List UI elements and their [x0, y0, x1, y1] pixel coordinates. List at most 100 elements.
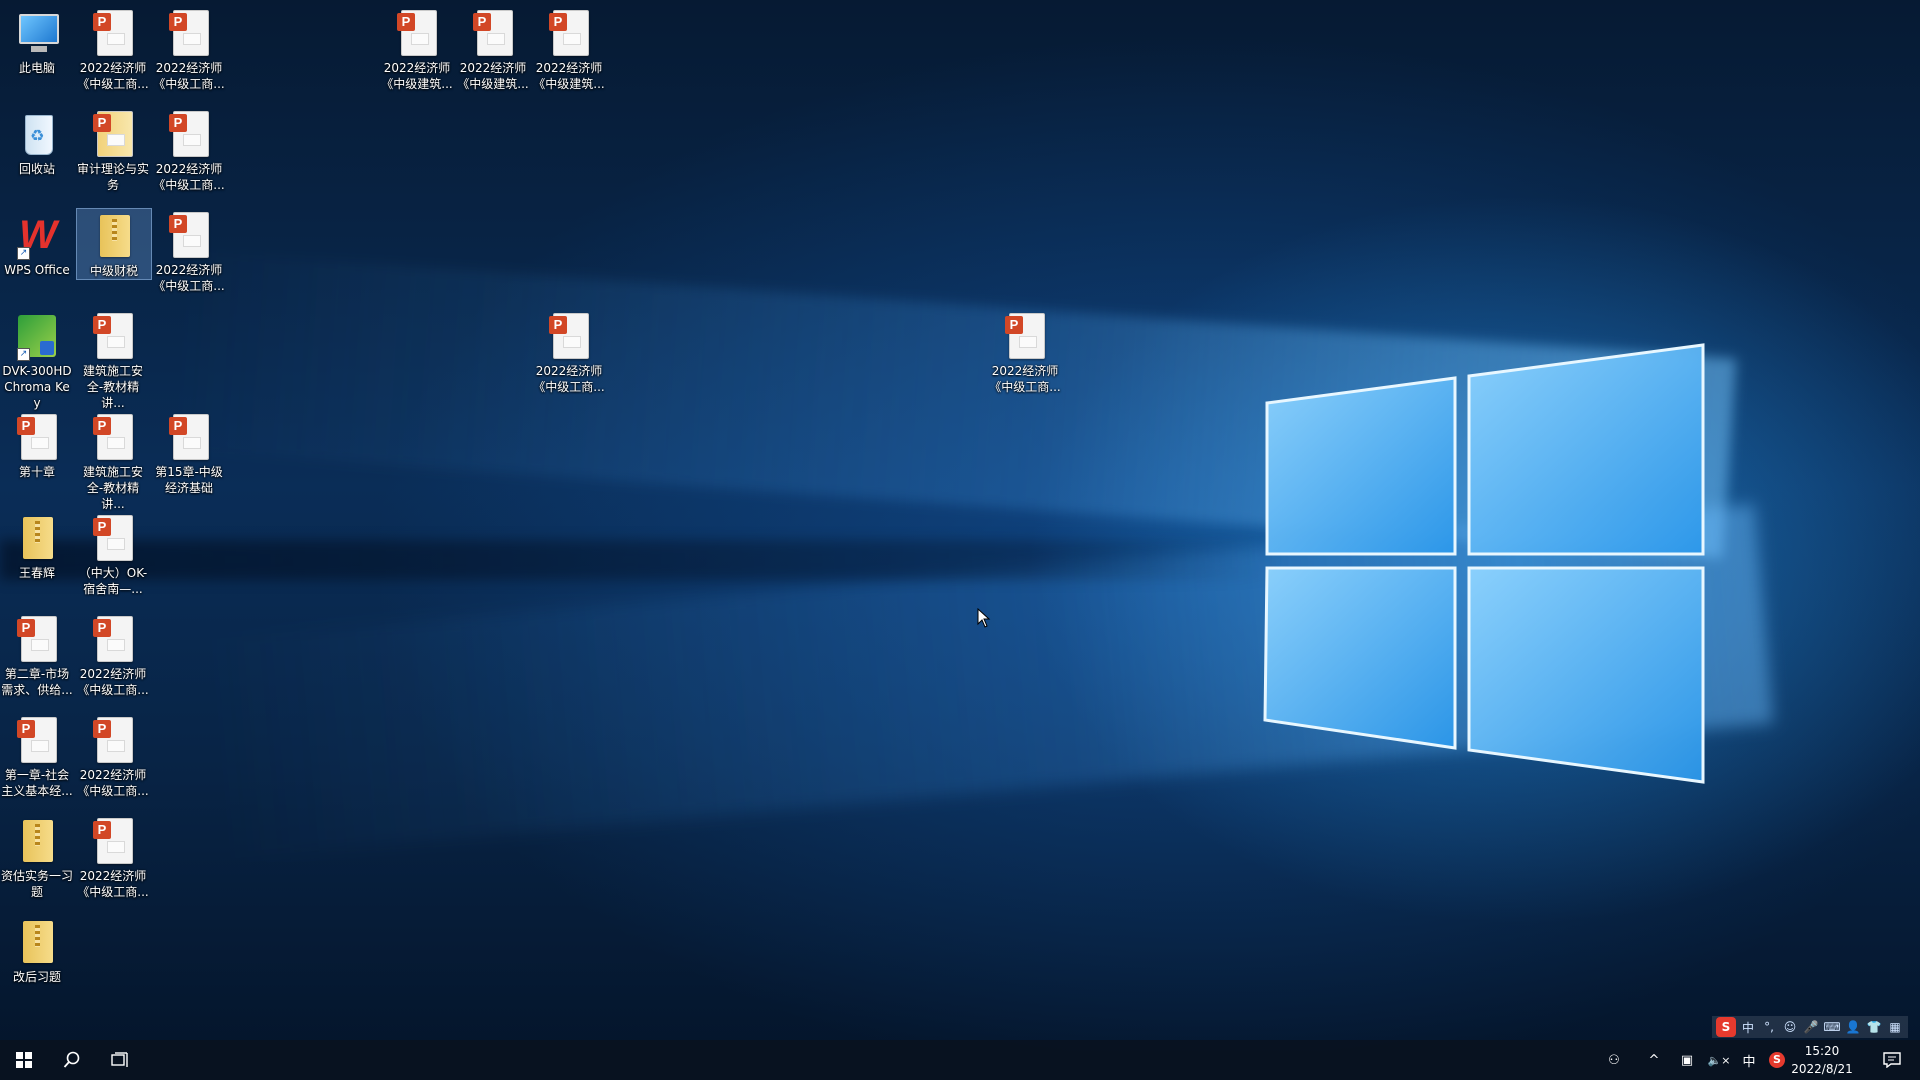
desktop-icon-label: 建筑施工安全-教材精讲... [82, 465, 143, 511]
powerpoint-file-icon: P [547, 10, 591, 58]
dvk-app-icon: ↗ [15, 313, 59, 361]
windows-logo-wallpaper [1263, 343, 1705, 784]
recycle-bin-icon [15, 111, 59, 159]
archive-folder-icon [15, 515, 59, 563]
desktop-icon[interactable]: 改后习题 [0, 915, 74, 985]
desktop-icon-label: WPS Office [4, 263, 70, 277]
powerpoint-file-icon: P [547, 313, 591, 361]
powerpoint-file-icon: P [167, 111, 211, 159]
task-view-icon[interactable] [96, 1040, 144, 1080]
powerpoint-file-icon: P [15, 414, 59, 462]
this-pc-icon [15, 10, 59, 58]
desktop-icon-label: 建筑施工安全-教材精讲... [82, 364, 143, 410]
network-icon[interactable]: ▣ [1672, 1040, 1702, 1080]
desktop-icon-label: 王春辉 [18, 566, 55, 580]
powerpoint-file-icon: P [15, 616, 59, 664]
desktop-icon[interactable]: P 审计理论与实务 [76, 107, 150, 193]
desktop-icon[interactable]: P （中大）OK-宿舍南—... [76, 511, 150, 597]
desktop-icon[interactable]: P 2022经济师《中级工商... [152, 6, 226, 92]
clock-time: 15:20 [1804, 1044, 1840, 1058]
desktop-icon[interactable]: 王春辉 [0, 511, 74, 581]
desktop-icon[interactable]: P 2022经济师《中级建筑... [380, 6, 454, 92]
desktop-icon[interactable]: 资估实务一习题 [0, 814, 74, 900]
desktop-icon[interactable]: P 2022经济师《中级建筑... [456, 6, 530, 92]
desktop-icon[interactable]: P 2022经济师《中级工商... [152, 208, 226, 294]
system-clock[interactable]: 15:20 2022/8/21 [1782, 1042, 1862, 1078]
desktop-icon[interactable]: P 第15章-中级经济基础 [152, 410, 226, 496]
powerpoint-file-icon: P [471, 10, 515, 58]
desktop-icon[interactable]: P 2022经济师《中级建筑... [532, 6, 606, 92]
sogou-logo-icon[interactable]: S [1716, 1017, 1736, 1037]
light-beam-upper [166, 250, 1737, 559]
desktop-icon-label: 此电脑 [18, 61, 55, 75]
wps-office-icon: W ↗ [15, 212, 59, 260]
desktop-icon[interactable]: P 2022经济师《中级工商... [532, 309, 606, 395]
powerpoint-file-icon: P [1003, 313, 1047, 361]
desktop-icon-label: 改后习题 [12, 970, 61, 984]
volume-muted-icon[interactable]: 🔈× [1704, 1040, 1734, 1080]
desktop-icon[interactable]: P 第十章 [0, 410, 74, 480]
powerpoint-file-icon: P [15, 717, 59, 765]
powerpoint-file-icon: P [91, 515, 135, 563]
archive-folder-icon [15, 818, 59, 866]
ime-keyboard-icon[interactable]: ⌨ [1823, 1020, 1841, 1034]
desktop-icon-label: 审计理论与实务 [77, 162, 150, 192]
desktop-icon[interactable]: P 第二章-市场需求、供给... [0, 612, 74, 698]
ime-voice-icon[interactable]: 🎤 [1802, 1020, 1820, 1034]
desktop-icon[interactable]: P 2022经济师《中级工商... [76, 612, 150, 698]
mouse-cursor-icon [977, 608, 991, 628]
desktop-icon[interactable]: 回收站 [0, 107, 74, 177]
people-icon[interactable]: ⚇ [1598, 1040, 1630, 1080]
desktop-icon-label: 第十章 [18, 465, 55, 479]
desktop-icon[interactable]: ↗ DVK-300HD Chroma Key [0, 309, 74, 411]
ime-punctuation-icon[interactable]: °, [1760, 1020, 1778, 1034]
desktop-icon[interactable]: P 建筑施工安全-教材精讲... [76, 410, 150, 512]
show-hidden-icons-chevron-icon[interactable]: ^ [1640, 1040, 1668, 1080]
powerpoint-file-icon: P [91, 414, 135, 462]
powerpoint-file-icon: P [91, 818, 135, 866]
archive-folder-icon [15, 919, 59, 967]
desktop-icon-label: 第二章-市场需求、供给... [1, 667, 73, 697]
ime-toolbar[interactable]: S 中 °, ☺ 🎤 ⌨ 👤 👕 ▦ [1712, 1016, 1908, 1038]
desktop-icon[interactable]: W ↗ WPS Office [0, 208, 74, 278]
desktop-icon-label: 中级财税 [89, 264, 138, 278]
desktop-icon[interactable]: P 2022经济师《中级工商... [988, 309, 1062, 395]
desktop-icon-label: 2022经济师《中级工商... [153, 162, 225, 192]
ime-menu-icon[interactable]: ▦ [1886, 1020, 1904, 1034]
desktop-icon[interactable]: 中级财税 [76, 208, 152, 280]
desktop-icon-label: 第一章-社会主义基本经... [1, 768, 73, 798]
powerpoint-file-icon: P [91, 111, 135, 159]
light-beam-lower [200, 504, 1774, 860]
ime-skin-icon[interactable]: 👕 [1865, 1020, 1883, 1034]
ime-mode-chinese[interactable]: 中 [1739, 1019, 1757, 1036]
desktop-icon-label: 2022经济师《中级建筑... [381, 61, 453, 91]
desktop-icon-label: 2022经济师《中级建筑... [533, 61, 605, 91]
archive-folder-icon [92, 213, 136, 261]
powerpoint-file-icon: P [91, 10, 135, 58]
desktop-icon-label: （中大）OK-宿舍南—... [78, 566, 148, 596]
desktop-icon[interactable]: P 2022经济师《中级工商... [152, 107, 226, 193]
desktop-icon[interactable]: 此电脑 [0, 6, 74, 76]
powerpoint-file-icon: P [91, 313, 135, 361]
input-language-indicator[interactable]: 中 [1736, 1040, 1762, 1080]
desktop-icon[interactable]: P 建筑施工安全-教材精讲... [76, 309, 150, 411]
windows-start-icon[interactable] [0, 1040, 48, 1080]
desktop-icon-label: 回收站 [18, 162, 55, 176]
desktop-icon[interactable]: P 2022经济师《中级工商... [76, 6, 150, 92]
desktop-icon-label: 2022经济师《中级工商... [533, 364, 605, 394]
powerpoint-file-icon: P [167, 414, 211, 462]
clock-date: 2022/8/21 [1791, 1062, 1853, 1076]
desktop-icon-label: 2022经济师《中级工商... [989, 364, 1061, 394]
ime-emoji-icon[interactable]: ☺ [1781, 1020, 1799, 1034]
ime-user-icon[interactable]: 👤 [1844, 1020, 1862, 1034]
desktop-icon[interactable]: P 2022经济师《中级工商... [76, 713, 150, 799]
desktop-icon-label: DVK-300HD Chroma Key [2, 364, 72, 410]
powerpoint-file-icon: P [91, 717, 135, 765]
search-icon[interactable] [48, 1040, 96, 1080]
powerpoint-file-icon: P [167, 212, 211, 260]
desktop-icon-label: 第15章-中级经济基础 [155, 465, 223, 495]
desktop-icon[interactable]: P 第一章-社会主义基本经... [0, 713, 74, 799]
action-center-icon[interactable] [1872, 1040, 1912, 1080]
desktop-icon[interactable]: P 2022经济师《中级工商... [76, 814, 150, 900]
desktop-icon-label: 2022经济师《中级建筑... [457, 61, 529, 91]
